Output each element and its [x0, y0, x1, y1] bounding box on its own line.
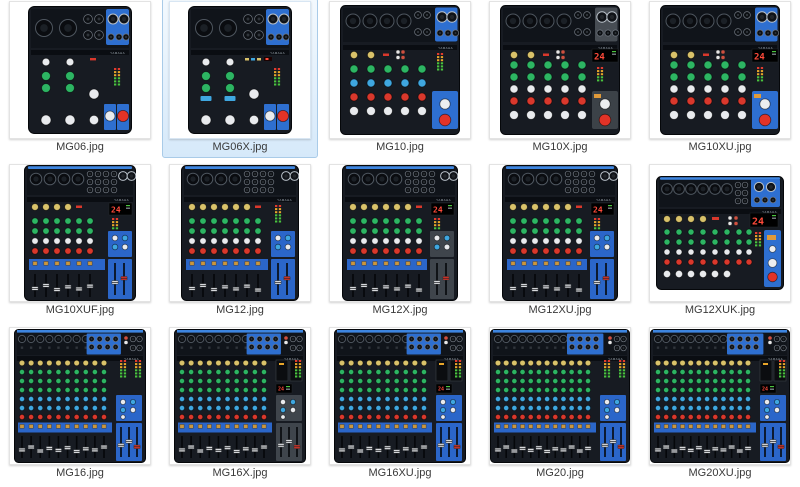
thumbnail-frame: YAMAHA 24	[9, 164, 151, 302]
file-name-label: MG20.jpg	[536, 467, 584, 480]
thumbnail-frame: YAMAHA24	[169, 327, 311, 465]
mixer-thumbnail-image: YAMAHA24	[650, 329, 790, 463]
thumbnail-frame: YAMAHA24	[649, 164, 791, 302]
file-tile[interactable]: YAMAHA24 MG10XU.jpg	[642, 0, 798, 158]
file-tile[interactable]: YAMAHA MG06.jpg	[2, 0, 158, 158]
thumbnail-frame: YAMAHA24	[649, 327, 791, 465]
file-name-label: MG16X.jpg	[212, 467, 267, 480]
svg-text:YAMAHA: YAMAHA	[270, 51, 285, 55]
mixer-thumbnail-image: YAMAHA24	[660, 5, 780, 135]
mixer-thumbnail-image: YAMAHA 24	[502, 165, 618, 301]
mixer-thumbnail-image: YAMAHA 24	[342, 165, 458, 301]
svg-text:YAMAHA: YAMAHA	[436, 198, 451, 202]
file-tile[interactable]: YAMAHA24 MG16XU.jpg	[322, 324, 478, 484]
mixer-thumbnail-image: YAMAHA 24	[24, 165, 136, 301]
thumbnail-frame: YAMAHA	[9, 327, 151, 465]
file-name-label: MG10X.jpg	[532, 141, 587, 154]
svg-text:24: 24	[762, 387, 768, 393]
file-tile[interactable]: YAMAHA24 MG20XU.jpg	[642, 324, 798, 484]
svg-text:24: 24	[754, 53, 765, 63]
mixer-thumbnail-image: YAMAHA	[28, 6, 132, 134]
file-tile[interactable]: YAMAHA 24 MG12X.jpg	[322, 161, 478, 321]
file-tile[interactable]: YAMAHA MG12.jpg	[162, 161, 318, 321]
thumbnail-frame: YAMAHA24	[329, 327, 471, 465]
svg-text:YAMAHA: YAMAHA	[596, 198, 611, 202]
file-name-label: MG12X.jpg	[372, 304, 427, 317]
file-tile[interactable]: YAMAHA24 MG12XUK.jpg	[642, 161, 798, 321]
mixer-thumbnail-image: YAMAHA24	[334, 329, 466, 463]
file-tile[interactable]: YAMAHA 24 MG12XU.jpg	[482, 161, 638, 321]
thumbnail-frame: YAMAHA24	[489, 1, 631, 139]
file-tile[interactable]: YAMAHA24 MG10X.jpg	[482, 0, 638, 158]
svg-text:24: 24	[593, 206, 603, 215]
thumbnail-frame: YAMAHA	[9, 1, 151, 139]
file-name-label: MG10XUF.jpg	[46, 304, 114, 317]
file-name-label: MG10.jpg	[376, 141, 424, 154]
thumbnail-frame: YAMAHA24	[649, 1, 791, 139]
svg-text:24: 24	[438, 387, 444, 393]
svg-text:24: 24	[594, 53, 605, 63]
svg-text:YAMAHA: YAMAHA	[114, 198, 129, 202]
file-tile[interactable]: YAMAHA MG20.jpg	[482, 324, 638, 484]
file-name-label: MG16.jpg	[56, 467, 104, 480]
file-tile[interactable]: YAMAHA MG10.jpg	[322, 0, 478, 158]
mixer-thumbnail-image: YAMAHA	[181, 165, 299, 301]
file-tile[interactable]: YAMAHA MG06X.jpg	[162, 0, 318, 158]
file-tile[interactable]: YAMAHA24 MG16X.jpg	[162, 324, 318, 484]
file-name-label: MG06X.jpg	[212, 141, 267, 154]
mixer-thumbnail-image: YAMAHA24	[656, 176, 784, 290]
file-name-label: MG16XU.jpg	[369, 467, 432, 480]
file-name-label: MG12XUK.jpg	[685, 304, 755, 317]
mixer-thumbnail-image: YAMAHA24	[174, 329, 306, 463]
file-name-label: MG06.jpg	[56, 141, 104, 154]
thumbnail-frame: YAMAHA	[329, 1, 471, 139]
thumbnail-frame: YAMAHA 24	[329, 164, 471, 302]
svg-text:24: 24	[752, 217, 764, 228]
svg-text:YAMAHA: YAMAHA	[277, 198, 292, 202]
file-grid: YAMAHA MG06.jpg YAMAHA MG06X.jpg YAMAHA …	[0, 0, 800, 487]
file-name-label: MG20XU.jpg	[689, 467, 752, 480]
svg-text:24: 24	[111, 206, 121, 215]
mixer-thumbnail-image: YAMAHA24	[500, 5, 620, 135]
mixer-thumbnail-image: YAMAHA	[14, 329, 146, 463]
file-name-label: MG12XU.jpg	[529, 304, 592, 317]
svg-text:YAMAHA: YAMAHA	[110, 51, 125, 55]
thumbnail-frame: YAMAHA	[169, 1, 311, 139]
thumbnail-frame: YAMAHA 24	[489, 164, 631, 302]
thumbnail-frame: YAMAHA	[169, 164, 311, 302]
svg-text:YAMAHA: YAMAHA	[438, 46, 453, 50]
mixer-thumbnail-image: YAMAHA	[188, 6, 292, 134]
mixer-thumbnail-image: YAMAHA	[490, 329, 630, 463]
file-tile[interactable]: YAMAHA MG16.jpg	[2, 324, 158, 484]
file-name-label: MG12.jpg	[216, 304, 264, 317]
thumbnail-frame: YAMAHA	[489, 327, 631, 465]
svg-text:24: 24	[433, 206, 443, 215]
file-name-label: MG10XU.jpg	[689, 141, 752, 154]
svg-text:24: 24	[278, 387, 284, 393]
file-tile[interactable]: YAMAHA 24 MG10XUF.jpg	[2, 161, 158, 321]
mixer-thumbnail-image: YAMAHA	[340, 5, 460, 135]
